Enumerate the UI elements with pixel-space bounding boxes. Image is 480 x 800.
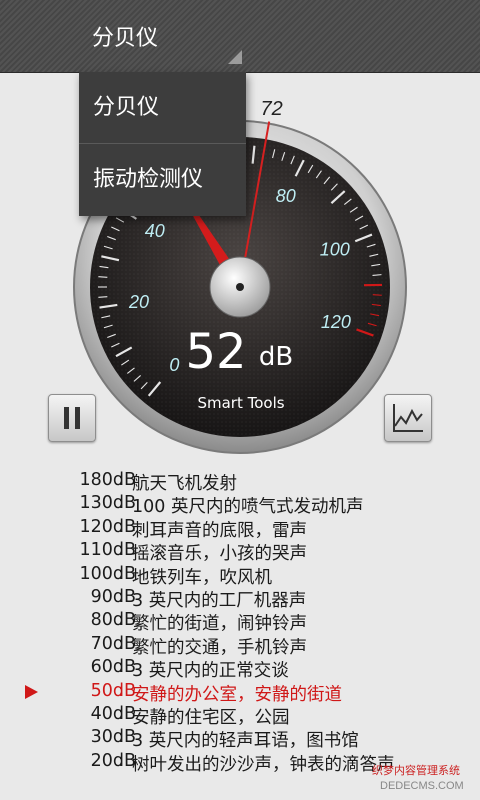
scale-label: 0 [169,355,179,375]
level-description: 3 英尺内的轻声耳语，图书馆 [132,731,359,752]
level-db: 120dB [79,516,136,537]
level-description: 繁忙的交通，手机铃声 [132,637,307,658]
level-row: 60dB:3 英尺内的正常交谈 [0,657,480,682]
scale-label: 80 [276,186,296,206]
level-row: 20dB: 树叶发出的沙沙声，钟表的滴答声 [0,750,480,775]
level-row: 40dB: 安静的住宅区，公园 [0,704,480,728]
pause-icon [64,407,80,429]
level-separator: : [118,587,124,607]
level-description: 摇滚音乐，小孩的哭声 [132,544,307,565]
spinner-triangle-icon [228,50,242,64]
level-row: 90dB:3 英尺内的工厂机器声 [0,587,480,611]
peak-tag: 72 [260,98,282,120]
level-row: 100dB: 地铁列车，吹风机 [0,563,480,588]
menu-item-sound-meter[interactable]: 分贝仪 [79,72,246,144]
mode-dropdown-menu: 分贝仪 振动检测仪 [79,72,246,216]
level-db: 100dB [79,563,136,584]
level-separator: : [118,750,124,771]
scale-tick [372,294,382,296]
line-graph-icon [393,404,423,432]
level-description: 繁忙的街道，闹钟铃声 [132,614,307,635]
level-description: 地铁列车，吹风机 [132,567,272,588]
mode-spinner[interactable]: 分贝仪 [78,0,248,72]
level-description: 树叶发出的沙沙声，钟表的滴答声 [132,754,395,775]
graph-button[interactable] [384,394,432,442]
scale-label: 20 [128,292,149,312]
level-db: 70dB [90,633,136,654]
level-separator: : [118,540,124,561]
scale-label: 120 [321,312,351,332]
level-description: 3 英尺内的工厂机器声 [132,591,307,611]
level-separator: : [118,516,124,537]
mode-spinner-label: 分贝仪 [92,26,159,51]
reading-unit: dB [259,342,293,372]
level-db: 80dB [90,610,136,631]
scale-label: 40 [145,221,165,241]
level-separator: : [118,610,124,631]
pause-button[interactable] [48,394,96,442]
level-separator: : [118,633,124,654]
scale-label: 100 [320,239,350,259]
level-description: 刺耳声音的底限，雷声 [132,520,307,541]
level-row: 50dB: 安静的办公室，安静的街道 [0,680,480,705]
level-description: 安静的住宅区，公园 [132,708,290,728]
level-description: 航天飞机发射 [132,474,237,494]
level-separator: : [118,470,124,490]
menu-item-vibration-meter[interactable]: 振动检测仪 [79,144,246,216]
brand-label: Smart Tools [197,394,284,412]
reading-value: 52 [185,324,246,380]
level-separator: : [118,493,124,514]
level-db: 110dB [79,540,136,561]
level-db: 180dB [79,470,136,490]
level-row: 120dB: 刺耳声音的底限，雷声 [0,516,480,541]
level-db: 60dB [90,657,136,678]
app-toolbar: 分贝仪 [0,0,480,73]
level-separator: : [118,704,124,724]
scale-tick [98,276,108,278]
level-db: 50dB [90,680,136,701]
level-db: 40dB [90,704,136,724]
level-row: 110dB: 摇滚音乐，小孩的哭声 [0,540,480,565]
level-row: 30dB:3 英尺内的轻声耳语，图书馆 [0,727,480,752]
level-db: 30dB [90,727,136,748]
level-separator: : [118,727,124,748]
level-separator: : [118,657,124,678]
level-row: 130dB:100 英尺内的喷气式发动机声 [0,493,480,518]
level-row: 70dB: 繁忙的交通，手机铃声 [0,633,480,658]
level-row: 80dB: 繁忙的街道，闹钟铃声 [0,610,480,635]
level-description: 100 英尺内的喷气式发动机声 [132,497,364,518]
scale-tick [98,296,108,298]
level-description: 3 英尺内的正常交谈 [132,661,289,682]
scale-tick [372,274,382,276]
level-separator: : [118,563,124,584]
level-separator: : [118,680,124,701]
level-db: 90dB [90,587,136,607]
level-db: 20dB [90,750,136,771]
level-db: 130dB [79,493,136,514]
level-row: 180dB: 航天飞机发射 [0,470,480,494]
current-level-arrow-icon [25,684,38,699]
decibel-reference-list: 180dB: 航天飞机发射 130dB:100 英尺内的喷气式发动机声 120dB: 刺… [0,470,480,800]
level-description: 安静的办公室，安静的街道 [132,684,342,705]
